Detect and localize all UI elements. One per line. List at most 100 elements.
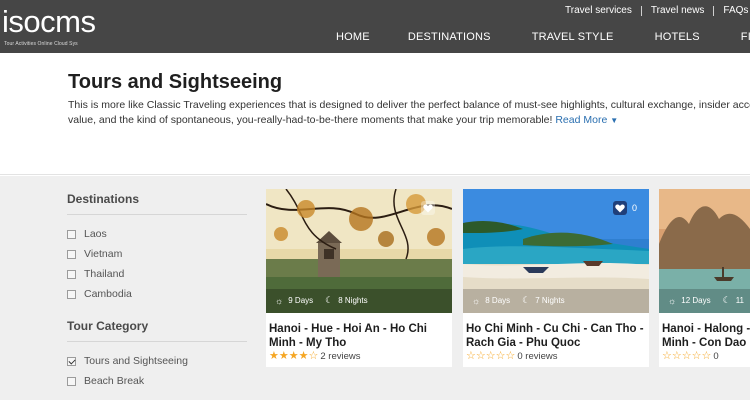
star-icon: ☆ <box>691 350 702 362</box>
nights-label: 8 Nights <box>338 296 368 305</box>
rating-stars: ★ ★ ★ ★ ☆ <box>269 351 318 362</box>
favorite-toggle[interactable] <box>421 201 440 215</box>
logo-tagline: Tour Activities Online Cloud Sys <box>4 41 78 47</box>
tour-title-line-1: Hanoi - Hue - Hoi An - Ho Chi <box>269 323 428 335</box>
checkbox-icon[interactable] <box>67 376 76 386</box>
page-title: Tours and Sightseeing <box>68 71 283 93</box>
review-count[interactable]: 0 <box>713 351 718 362</box>
filter-label: Cambodia <box>84 288 132 300</box>
top-links: Travel services Travel news FAQs C <box>565 5 750 16</box>
filter-cambodia[interactable]: Cambodia <box>67 284 247 304</box>
moon-icon: ☾ <box>522 295 531 305</box>
days-label: 12 Days <box>681 296 711 305</box>
top-link-travel-news[interactable]: Travel news <box>651 5 705 16</box>
heart-icon[interactable] <box>612 201 627 215</box>
review-count[interactable]: 2 reviews <box>320 351 360 362</box>
logo[interactable]: isocms Tour Activities Online Cloud Sys <box>2 3 102 51</box>
divider <box>713 5 715 16</box>
checkbox-icon[interactable] <box>67 249 76 259</box>
caret-down-icon: ▼ <box>610 116 619 125</box>
filter-vietnam[interactable]: Vietnam <box>67 244 247 264</box>
nav-travel-style[interactable]: TRAVEL STYLE <box>532 31 614 43</box>
checkbox-icon[interactable] <box>67 229 76 239</box>
tour-image[interactable]: ☼ 9 Days ☾ 8 Nights <box>266 189 452 313</box>
site-header: isocms Tour Activities Online Cloud Sys … <box>0 0 750 53</box>
favorite-count: 0 <box>631 203 637 213</box>
tour-image[interactable]: 0 ☼ 8 Days ☾ 7 Nights <box>463 189 649 313</box>
star-icon: ☆ <box>308 350 319 362</box>
moon-icon: ☾ <box>722 295 731 305</box>
heart-icon[interactable] <box>421 201 435 215</box>
main-nav: HOME DESTINATIONS TRAVEL STYLE HOTELS FI… <box>336 31 750 43</box>
days-label: 9 Days <box>288 296 314 305</box>
star-icon: ★ <box>278 350 289 362</box>
favorite-toggle[interactable]: 0 <box>612 201 637 215</box>
tour-duration: ☼ 9 Days ☾ 8 Nights <box>275 295 368 306</box>
tour-title-line-1: Hanoi - Halong - <box>662 323 750 335</box>
tour-rating: ☆ ☆ ☆ ☆ ☆ 0 reviews <box>466 350 558 363</box>
tour-image[interactable]: ☼ 12 Days ☾ 11 <box>659 189 750 313</box>
tour-title[interactable]: Ho Chi Minh - Cu Chi - Can Tho - Rach Gi… <box>466 322 648 350</box>
tour-duration: ☼ 12 Days ☾ 11 <box>668 295 744 306</box>
tour-title[interactable]: Hanoi - Hue - Hoi An - Ho Chi Minh - My … <box>269 322 451 350</box>
top-link-faqs[interactable]: FAQs <box>723 5 748 16</box>
divider <box>640 5 642 16</box>
tour-category-heading: Tour Category <box>67 319 247 342</box>
intro-description: This is more like Classic Traveling expe… <box>68 98 750 128</box>
days-label: 8 Days <box>485 296 511 305</box>
star-icon: ☆ <box>475 350 486 362</box>
star-icon: ★ <box>269 350 279 362</box>
content-area: Destinations Laos Vietnam Thailand Cambo… <box>0 176 750 400</box>
filter-label: Thailand <box>84 268 125 280</box>
tour-title-line-2: Minh - Con Dao I <box>662 337 750 349</box>
moon-icon: ☾ <box>325 295 334 305</box>
nav-find-a[interactable]: FIND A <box>741 31 750 43</box>
sun-icon: ☼ <box>275 295 284 306</box>
sun-icon: ☼ <box>668 295 677 306</box>
filter-label: Laos <box>84 228 107 240</box>
star-icon: ☆ <box>671 350 682 362</box>
tour-title-line-2: Minh - My Tho <box>269 337 347 349</box>
star-icon: ☆ <box>662 350 672 362</box>
star-icon: ☆ <box>466 350 476 362</box>
tour-title-line-2: Rach Gia - Phu Quoc <box>466 337 581 349</box>
star-icon: ☆ <box>681 350 692 362</box>
filter-laos[interactable]: Laos <box>67 224 247 244</box>
tour-title-line-1: Ho Chi Minh - Cu Chi - Can Tho - <box>466 323 644 335</box>
nav-destinations[interactable]: DESTINATIONS <box>408 31 491 43</box>
filter-tours-and-sightseeing[interactable]: Tours and Sightseeing <box>67 351 247 371</box>
filter-label: Vietnam <box>84 248 123 260</box>
intro-section: Tours and Sightseeing This is more like … <box>0 53 750 175</box>
tour-title[interactable]: Hanoi - Halong - Minh - Con Dao I <box>662 322 750 350</box>
tour-card[interactable]: ☼ 9 Days ☾ 8 Nights Hanoi - Hue - Hoi An… <box>266 189 452 367</box>
logo-text: isocms <box>2 4 96 39</box>
tour-rating: ★ ★ ★ ★ ☆ 2 reviews <box>269 351 361 363</box>
nights-label: 7 Nights <box>535 296 565 305</box>
nav-hotels[interactable]: HOTELS <box>655 31 700 43</box>
top-link-travel-services[interactable]: Travel services <box>565 5 632 16</box>
tour-rating: ☆ ☆ ☆ ☆ ☆ 0 <box>662 351 719 363</box>
star-icon: ☆ <box>495 350 506 362</box>
review-count[interactable]: 0 reviews <box>517 351 557 362</box>
filter-beach-break[interactable]: Beach Break <box>67 371 247 391</box>
read-more-link[interactable]: Read More ▼ <box>555 114 618 126</box>
intro-desc-text: value, and the kind of spontaneous, you-… <box>68 114 553 126</box>
nav-home[interactable]: HOME <box>336 31 370 43</box>
category-group: Tour Category Tours and Sightseeing Beac… <box>67 319 247 391</box>
checkbox-checked-icon[interactable] <box>67 356 76 366</box>
sun-icon: ☼ <box>472 295 481 306</box>
star-icon: ☆ <box>505 350 516 362</box>
star-icon: ★ <box>298 350 309 362</box>
filter-thailand[interactable]: Thailand <box>67 264 247 284</box>
nights-label: 11 <box>735 296 744 305</box>
checkbox-icon[interactable] <box>67 269 76 279</box>
tour-card[interactable]: ☼ 12 Days ☾ 11 Hanoi - Halong - Minh - C… <box>659 189 750 367</box>
read-more-label: Read More <box>555 114 608 126</box>
rating-stars: ☆ ☆ ☆ ☆ ☆ <box>662 351 711 362</box>
checkbox-icon[interactable] <box>67 289 76 299</box>
filter-label: Beach Break <box>84 375 145 387</box>
tour-card[interactable]: 0 ☼ 8 Days ☾ 7 Nights Ho Chi Minh - Cu C… <box>463 189 649 367</box>
filter-label: Tours and Sightseeing <box>84 355 188 367</box>
tour-duration: ☼ 8 Days ☾ 7 Nights <box>472 295 565 306</box>
star-icon: ☆ <box>485 350 496 362</box>
